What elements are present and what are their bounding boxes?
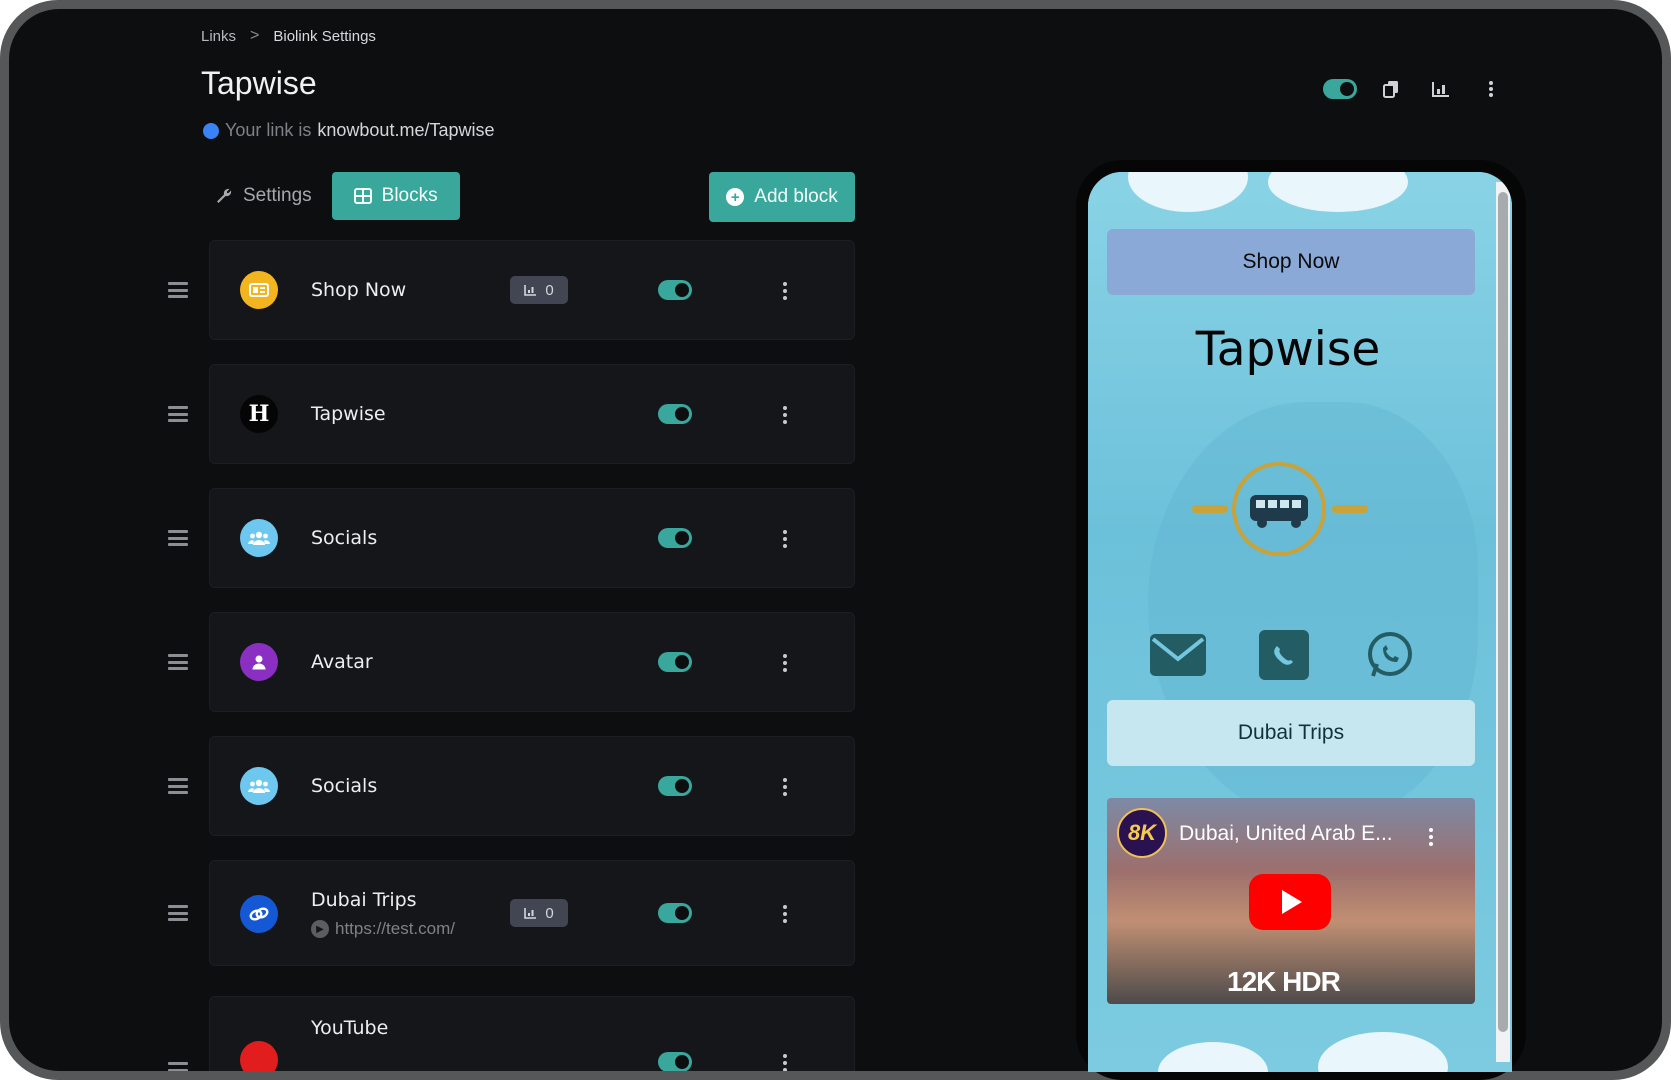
preview-dubai-trips-button[interactable]: Dubai Trips xyxy=(1107,700,1475,766)
block-name: YouTube xyxy=(311,1017,389,1039)
more-vertical-icon[interactable] xyxy=(782,282,788,300)
card-icon xyxy=(240,271,278,309)
tab-settings[interactable]: Settings xyxy=(215,175,312,217)
header-actions xyxy=(1323,77,1503,101)
stats-icon xyxy=(524,908,537,919)
drag-handle-icon[interactable] xyxy=(168,406,188,422)
add-block-label: Add block xyxy=(754,186,838,207)
tabs: Settings Blocks xyxy=(215,172,460,220)
users-icon xyxy=(240,519,278,557)
more-vertical-icon[interactable] xyxy=(782,778,788,796)
link-info: Your link is knowbout.me/Tapwise xyxy=(203,120,494,141)
status-dot-icon xyxy=(203,122,219,139)
more-vertical-icon[interactable] xyxy=(782,530,788,548)
clicks-count: 0 xyxy=(545,281,554,299)
clicks-count: 0 xyxy=(545,904,554,922)
more-vertical-icon[interactable] xyxy=(782,905,788,923)
phone-icon[interactable] xyxy=(1254,630,1314,680)
youtube-icon xyxy=(240,1041,278,1071)
breadcrumb: Links > Biolink Settings xyxy=(201,27,376,45)
breadcrumb-links[interactable]: Links xyxy=(201,28,236,45)
block-card[interactable]: Socials xyxy=(209,736,855,836)
breadcrumb-current: Biolink Settings xyxy=(273,27,376,45)
block-toggle[interactable] xyxy=(658,776,692,796)
more-vertical-icon[interactable] xyxy=(1479,77,1503,101)
block-name: Shop Now xyxy=(311,279,407,301)
link-url[interactable]: knowbout.me/Tapwise xyxy=(317,120,494,141)
block-url[interactable]: ▶ https://test.com/ xyxy=(311,919,455,939)
youtube-embed[interactable]: 8K Dubai, United Arab E... 12K HDR xyxy=(1107,798,1475,1004)
stats-icon xyxy=(524,285,537,296)
drag-handle-icon[interactable] xyxy=(168,905,188,921)
drag-handle-icon[interactable] xyxy=(168,530,188,546)
grid-icon xyxy=(353,188,372,204)
block-name: Tapwise xyxy=(311,403,386,425)
block-toggle[interactable] xyxy=(658,1052,692,1071)
block-toggle[interactable] xyxy=(658,652,692,672)
copy-icon[interactable] xyxy=(1379,77,1403,101)
clicks-badge[interactable]: 0 xyxy=(510,899,568,927)
preview-title: Tapwise xyxy=(1195,322,1381,377)
stats-icon[interactable] xyxy=(1429,77,1453,101)
preview-shop-now-button[interactable]: Shop Now xyxy=(1107,229,1475,295)
block-toggle[interactable] xyxy=(658,404,692,424)
device-frame: Links > Biolink Settings Tapwise Your li… xyxy=(0,0,1671,1080)
more-vertical-icon[interactable] xyxy=(782,1054,788,1071)
block-card[interactable]: Socials xyxy=(209,488,855,588)
video-badge: 12K HDR xyxy=(1227,966,1341,997)
avatar xyxy=(1232,462,1326,556)
add-block-button[interactable]: + Add block xyxy=(709,172,855,222)
block-card[interactable]: Shop Now 0 xyxy=(209,240,855,340)
mail-icon[interactable] xyxy=(1148,630,1208,680)
more-vertical-icon[interactable] xyxy=(782,406,788,424)
tab-blocks[interactable]: Blocks xyxy=(331,172,460,220)
block-name: Avatar xyxy=(311,651,373,673)
block-toggle[interactable] xyxy=(658,280,692,300)
more-vertical-icon[interactable] xyxy=(1429,828,1435,846)
drag-handle-icon[interactable] xyxy=(168,654,188,670)
block-card[interactable]: YouTube xyxy=(209,996,855,1071)
biolink-enable-toggle[interactable] xyxy=(1323,79,1357,99)
block-name: Socials xyxy=(311,527,378,549)
clicks-badge[interactable]: 0 xyxy=(510,276,568,304)
tab-settings-label: Settings xyxy=(243,185,312,206)
video-title[interactable]: Dubai, United Arab E... xyxy=(1179,822,1393,846)
block-card[interactable]: H Tapwise xyxy=(209,364,855,464)
more-vertical-icon[interactable] xyxy=(782,654,788,672)
drag-handle-icon[interactable] xyxy=(168,282,188,298)
plus-circle-icon: + xyxy=(726,188,745,206)
user-icon xyxy=(240,643,278,681)
users-icon xyxy=(240,767,278,805)
block-toggle[interactable] xyxy=(658,903,692,923)
block-name: Socials xyxy=(311,775,378,797)
heading-icon: H xyxy=(240,395,278,433)
link-prefix: Your link is xyxy=(225,120,312,140)
block-name: Dubai Trips xyxy=(311,889,417,911)
wrench-icon xyxy=(217,188,232,203)
play-icon[interactable] xyxy=(1249,874,1331,930)
channel-avatar[interactable]: 8K xyxy=(1117,808,1167,858)
preview-scrollbar[interactable] xyxy=(1496,182,1510,1062)
page-title: Tapwise xyxy=(201,65,317,101)
block-url-text: https://test.com/ xyxy=(335,919,455,938)
whatsapp-icon[interactable] xyxy=(1360,630,1420,680)
block-card[interactable]: Avatar xyxy=(209,612,855,712)
chevron-right-icon: ▶ xyxy=(311,920,329,938)
link-icon xyxy=(240,895,278,933)
block-card[interactable]: Dubai Trips ▶ https://test.com/ 0 xyxy=(209,860,855,966)
breadcrumb-separator-icon: > xyxy=(250,27,260,44)
block-toggle[interactable] xyxy=(658,528,692,548)
tab-blocks-label: Blocks xyxy=(381,185,438,206)
drag-handle-icon[interactable] xyxy=(168,1062,188,1071)
phone-preview-screen: Shop Now Tapwise Dubai Trips 8K Dubai, U… xyxy=(1088,172,1512,1072)
drag-handle-icon[interactable] xyxy=(168,778,188,794)
